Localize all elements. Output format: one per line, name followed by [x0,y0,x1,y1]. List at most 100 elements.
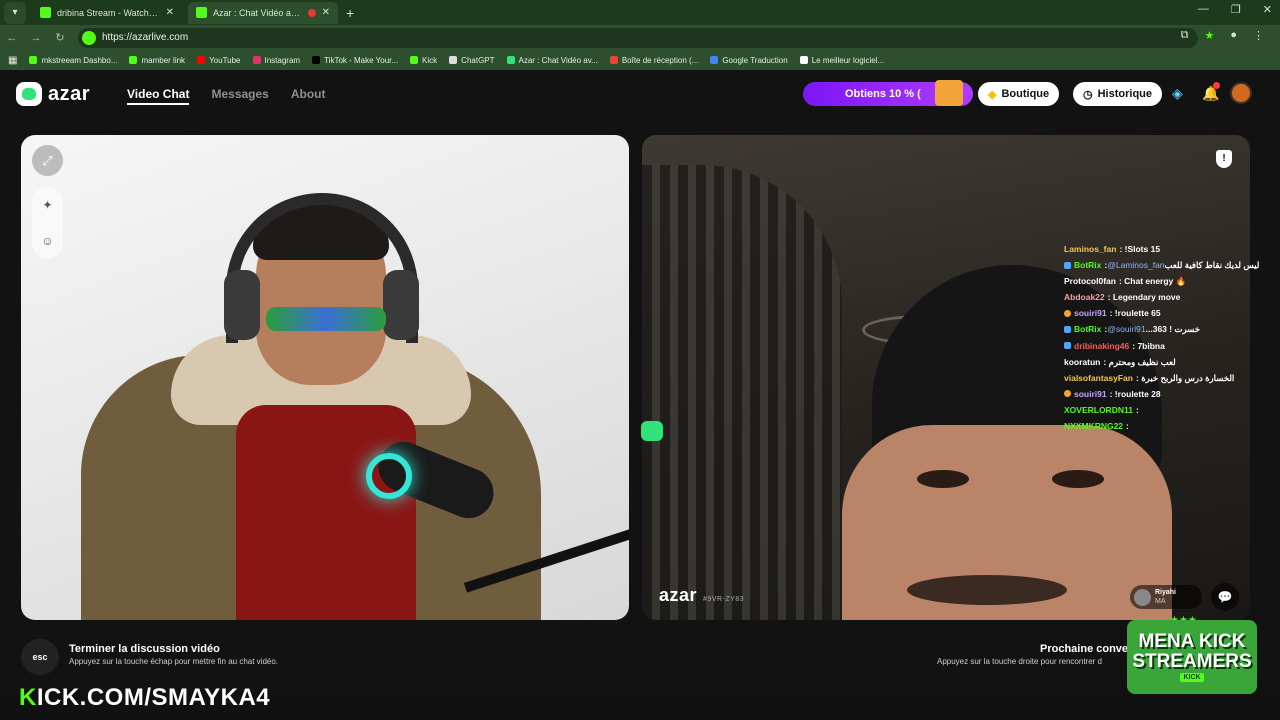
url-text: https://azarlive.com [102,32,189,43]
chat-username: Abdoak22 [1064,292,1105,303]
chatgpt-icon [449,56,458,64]
profile-icon[interactable]: ● [1230,29,1237,42]
kick-k: K [19,684,37,711]
forward-icon[interactable]: → [24,32,48,44]
bookmark[interactable]: Google Traduction [710,56,788,65]
apps-icon[interactable]: ▦ [8,55,17,66]
close-icon[interactable]: ✕ [166,7,174,18]
bookmark-label: Boîte de réception (... [621,55,699,65]
kick-icon [129,56,138,64]
chat-text: : !roulette 65 [1109,308,1161,319]
tab-strip: ▾ dribina Stream - Watch Live on ✕ Azar … [0,0,1280,25]
address-bar-row: ← → ↻ https://azarlive.com ⧉ ★ ● ⋮ [0,25,1280,50]
bookmark[interactable]: Le meilleur logiciel... [799,56,884,65]
chat-username: souiri91 [1074,308,1107,319]
promo-label: Obtiens 10 % ( [845,88,921,100]
next-chat-subtitle: Appuyez sur la touche droite pour rencon… [937,657,1102,666]
tab-label: Azar : Chat Vidéo avec de [213,7,304,18]
logo-text: azar [48,82,91,105]
stream-chat-overlay: Laminos_fan: !Slots 15 BotRix: @Laminos_f… [1064,241,1280,434]
badge-icon [1064,261,1071,269]
star-icon[interactable]: ★ [1204,29,1214,42]
chat-username: Protocol0fan [1064,276,1116,287]
bookmark[interactable]: Instagram [252,55,301,65]
site-info-icon[interactable] [82,30,96,45]
bookmark-label: Instagram [264,55,301,65]
chat-username: dribinaking46 [1074,340,1130,351]
magic-wand-icon[interactable]: ✦ [42,198,52,212]
chat-mention: @souiri91 [1107,324,1146,335]
chat-username: vialsofantasyFan [1064,372,1133,383]
minimize-icon[interactable]: — [1198,3,1209,16]
bookmarks-bar: ▦ mkstreeam Dashbo... mamber link YouTub… [0,50,1280,70]
chat-message: Protocol0fan: Chat energy 🔥 [1064,273,1280,289]
maximize-icon[interactable]: ❐ [1231,3,1241,16]
close-window-icon[interactable]: ✕ [1263,3,1272,16]
chat-text: : !roulette 28 [1109,388,1161,399]
face-filter-icon[interactable]: ☺ [41,234,53,248]
kick-channel-overlay: KICK.COM/SMAYKA4 [19,684,270,712]
chat-username: souiri91 [1074,388,1107,399]
close-icon[interactable]: ✕ [322,7,330,18]
kick-icon [410,56,419,64]
bookmark[interactable]: Azar : Chat Vidéo av... [506,56,598,65]
chat-message: Laminos_fan: !Slots 15 [1064,241,1280,257]
bookmark[interactable]: YouTube [197,56,241,65]
sunglasses [266,307,386,331]
cast-icon[interactable]: ⧉ [1181,29,1189,42]
bookmark[interactable]: ChatGPT [449,56,495,65]
instagram-icon [252,56,261,64]
expand-icon[interactable]: ⤢ [32,145,63,176]
chat-username: Laminos_fan [1064,244,1117,254]
headphone-earcup [383,270,419,340]
peer-profile-tag[interactable]: Riyahi MA [1130,585,1202,609]
back-icon[interactable]: ← [0,32,24,44]
historique-button[interactable]: ◷ Historique [1073,82,1163,106]
badge-icon [1064,326,1071,334]
azar-logo-icon [16,82,42,106]
tab-dribina[interactable]: dribina Stream - Watch Live on ✕ [32,2,182,24]
gems-icon[interactable]: ◈ [1172,85,1183,102]
azar-logo[interactable]: azar [16,82,90,106]
gem-icon: ◆ [988,88,997,101]
boutique-button[interactable]: ◆ Boutique [978,82,1060,106]
window-controls: — ❐ ✕ [1198,3,1272,16]
logo-line: MENA KICK [1138,631,1246,652]
person-shirt [236,405,416,620]
reload-icon[interactable]: ↻ [48,31,72,44]
address-actions: ⧉ ★ ● ⋮ [1181,29,1264,42]
app-header: azar Video Chat Messages About Obtiens 1… [0,70,1280,120]
tab-search-button[interactable]: ▾ [4,1,26,24]
menu-messages[interactable]: Messages [211,87,268,105]
esc-key-icon[interactable]: esc [21,639,59,675]
recording-icon [307,8,316,17]
bookmark[interactable]: Kick [410,56,437,65]
chat-message: BotRix: @Laminos_fan ليس لديك نقاط كافية… [1064,257,1280,273]
url-field[interactable]: https://azarlive.com [78,27,1198,48]
software-icon [799,56,808,64]
bookmark-label: TikTok - Make Your... [324,55,399,65]
end-chat-subtitle: Appuyez sur la touche échap pour mettre … [69,657,279,666]
history-icon: ◷ [1083,88,1093,101]
promo-button[interactable]: Obtiens 10 % ( [803,80,973,106]
bookmark[interactable]: mkstreeam Dashbo... [29,56,117,65]
bookmark[interactable]: mamber link [129,56,185,65]
watermark-text: azar [659,585,698,605]
avatar[interactable] [1230,82,1252,104]
logo-line: STREAMERS [1132,651,1252,672]
chat-bubble-icon[interactable]: 💬 [1211,583,1239,611]
historique-label: Historique [1097,88,1153,100]
azar-face-icon[interactable] [641,421,663,441]
bookmark[interactable]: Boîte de réception (... [609,55,699,65]
new-tab-button[interactable]: + [346,5,354,21]
chat-mention: @Laminos_fan [1107,260,1165,271]
menu-video-chat[interactable]: Video Chat [127,87,190,105]
tab-azar[interactable]: Azar : Chat Vidéo avec de ✕ [188,1,338,24]
report-shield-icon[interactable]: ! [1216,150,1232,168]
bookmark[interactable]: TikTok - Make Your... [312,56,398,65]
chat-text: : [1135,404,1139,415]
kick-url-text: ICK.COM/SMAYKA4 [36,684,271,711]
menu-icon[interactable]: ⋮ [1253,29,1264,42]
background-structure [642,165,842,620]
menu-about[interactable]: About [291,87,326,105]
